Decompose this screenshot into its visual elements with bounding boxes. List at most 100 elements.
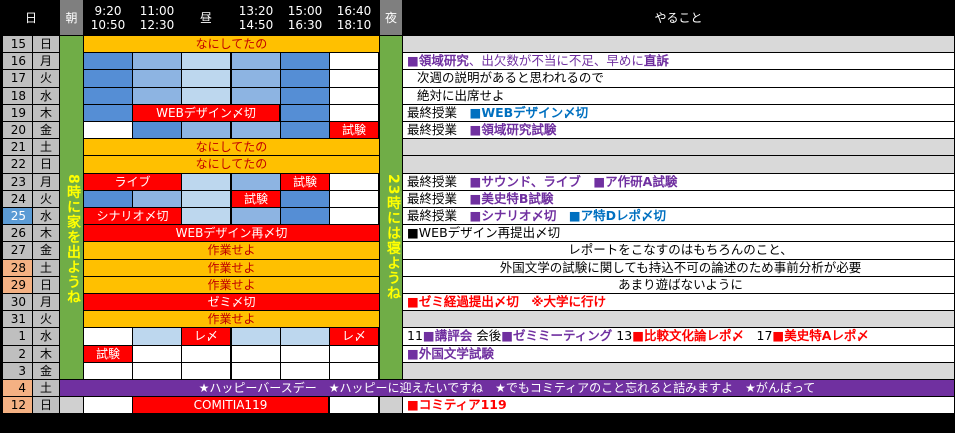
note-text: 会後 [472,328,502,344]
weekday-cell: 金 [33,122,60,140]
slot-cell [232,345,281,363]
header-slot: 13:20 14:50 [232,0,281,36]
weekday-cell: 木 [33,104,60,122]
event-cell: シナリオ〆切 [84,208,182,226]
todo-note: 最終授業 ■サウンド、ライブ ■ア作研A試験 [403,173,955,191]
slot-cell [232,122,281,140]
note-text: 最終授業 [407,208,470,223]
weekday-cell: 水 [33,328,60,346]
bullet-icon: ■ [469,104,482,120]
date-cell: 4 [3,380,33,398]
note-text: あまり遊ばないように [618,276,743,292]
slot-cell [330,190,379,208]
slot-cell [281,53,330,71]
slot-cell [84,104,133,122]
note-text: 講評会 [434,328,473,344]
day-span-cell: なにしてたの [84,36,380,54]
weekday-cell: 水 [33,208,60,226]
todo-note: レポートをこなすのはもちろんのこと、 [403,242,955,260]
bullet-icon: ■ [469,208,482,223]
date-cell: 21 [3,139,33,157]
weekday-cell: 土 [33,380,60,398]
date-cell: 16 [3,53,33,71]
header-slot: 16:40 18:10 [330,0,379,36]
morning-note: 8時に家を出ようね [65,173,81,305]
slot-cell [232,328,281,346]
header-slot: 9:20 10:50 [84,0,133,36]
date-cell: 27 [3,242,33,260]
date-cell: 18 [3,87,33,105]
slot-cell [84,122,133,140]
header-slot: 15:00 16:30 [281,0,330,36]
slot-cell [84,328,133,346]
note-text: 17 [744,328,773,344]
note-text: 美史特B試験 [481,190,554,206]
slot-cell [281,104,330,122]
slot-cell: 試験 [84,345,133,363]
slot-start: 11:00 [139,3,175,18]
slot-cell [133,53,182,71]
note-text: 最終授業 [407,173,470,189]
note-text: 最終授業 [407,122,470,137]
slot-cell [232,53,281,71]
todo-note: ■コミティア119 [403,397,955,415]
note-text: 次週の説明があると思われるので [417,70,604,86]
todo-note: 絶対に出席せよ [403,87,955,105]
slot-cell [133,362,182,380]
header-todo: やること [403,0,955,36]
todo-note: ■外国文学試験 [403,345,955,363]
header-morning: 朝 [60,0,84,36]
slot-cell: 試験 [281,173,330,191]
slot-start: 13:20 [238,3,274,18]
slot-start: 9:20 [94,3,122,18]
note-text: ■WEBデザイン再提出〆切 [407,225,561,241]
todo-note: 最終授業 ■美史特B試験 [403,190,955,208]
slot-cell: レ〆 [182,328,231,346]
schedule-grid: 日朝 9:20 10:50 11:00 12:30 昼 13:20 14:50 15:00 16:… [0,0,955,433]
birthday-banner: ★ハッピーバースデー ★ハッピーに迎えたいですね ★でもコミティアのこと忘れると… [60,380,955,398]
slot-cell [182,122,231,140]
slot-cell [232,208,281,226]
todo-note: 最終授業 ■WEBデザイン〆切 [403,104,955,122]
date-cell: 12 [3,397,33,415]
note-text: シナリオ〆切 [481,208,569,223]
bullet-icon: ■ [407,345,419,361]
note-text: 直訴 [643,53,669,69]
weekday-cell: 月 [33,53,60,71]
todo-note: 11■講評会 会後■ゼミミーティング 13■比較文化論レポ〆 17■美史特Aレポ… [403,328,955,346]
todo-note: ■領域研究、出欠数が不当に不足、早めに直訴 [403,53,955,71]
date-cell: 25 [3,208,33,226]
date-cell: 31 [3,311,33,329]
slot-cell [133,345,182,363]
day-span-cell: なにしてたの [84,156,380,174]
slot-end: 10:50 [90,17,126,32]
event-cell: COMITIA119 [133,397,329,415]
slot-end: 12:30 [139,17,175,32]
slot-cell: 試験 [232,190,281,208]
slot-cell [182,345,231,363]
slot-cell [182,173,231,191]
slot-end: 16:30 [287,17,323,32]
weekday-cell: 木 [33,345,60,363]
todo-note: ■WEBデザイン再提出〆切 [403,225,955,243]
bullet-icon: ■ [772,328,785,344]
note-text: 、出欠数が不当に不足、早めに [468,53,644,69]
slot-cell [84,53,133,71]
event-cell: ライブ [84,173,182,191]
slot-cell [133,70,182,88]
slot-cell: 試験 [330,122,379,140]
todo-note: ■ゼミ経過提出〆切 ※大学に行け [403,294,955,312]
slot-cell [84,70,133,88]
night-cell [380,397,403,415]
day-span-cell: 作業せよ [84,311,380,329]
todo-note: 外国文学の試験に関しても持込不可の論述のため事前分析が必要 [403,259,955,277]
slot-cell [281,87,330,105]
weekday-cell: 木 [33,225,60,243]
day-span-cell: 作業せよ [84,242,380,260]
note-text: 13 [612,328,633,344]
slot-cell [330,70,379,88]
slot-cell [330,208,379,226]
slot-cell [182,70,231,88]
note-text: レポートをこなすのはもちろんのこと、 [568,242,793,258]
event-cell: WEBデザイン〆切 [133,104,280,122]
